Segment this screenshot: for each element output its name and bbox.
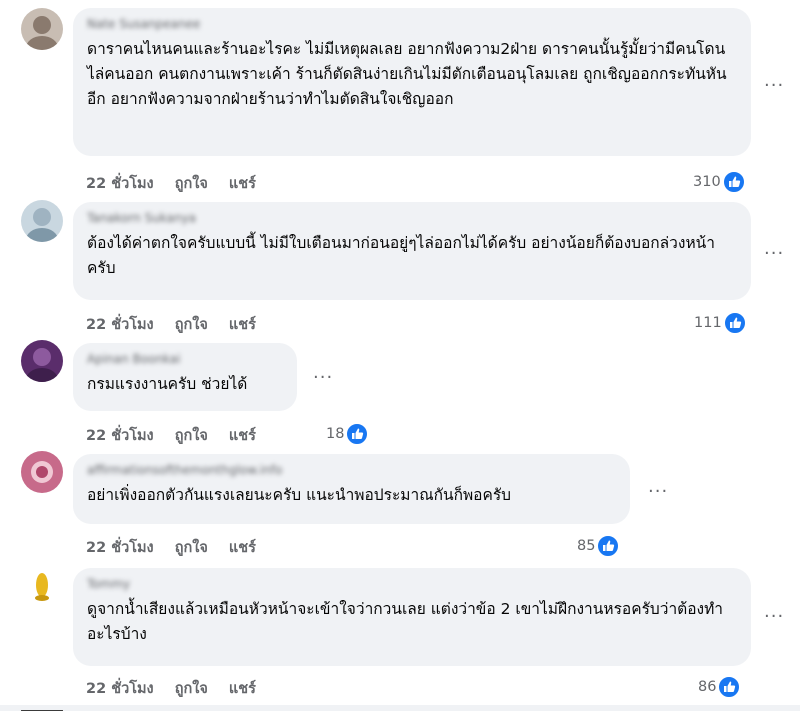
- avatar[interactable]: [21, 340, 63, 382]
- reaction-count[interactable]: 86: [698, 676, 741, 698]
- comment-bubble: affirmationsofthemonthglow.info อย่าเพิ่…: [73, 454, 630, 524]
- comment-text: ดูจากน้ำเสียงแล้วเหมือนหัวหน้าจะเข้าใจว่…: [87, 600, 724, 643]
- next-comment-bubble-edge: [0, 705, 800, 711]
- comment-author[interactable]: Tanakorn Sukanya: [87, 211, 737, 225]
- share-button[interactable]: แชร์: [229, 540, 256, 556]
- comment-time: 22 ชั่วโมง: [86, 317, 154, 333]
- comment-time: 22 ชั่วโมง: [86, 540, 154, 556]
- like-icon: [722, 171, 745, 193]
- share-button[interactable]: แชร์: [229, 681, 256, 697]
- comment-text: กรมแรงงานครับ ช่วยได้: [87, 375, 248, 393]
- comment-time: 22 ชั่วโมง: [86, 681, 154, 697]
- comment-bubble: Tommy ดูจากน้ำเสียงแล้วเหมือนหัวหน้าจะเข…: [73, 568, 751, 666]
- avatar[interactable]: [21, 451, 63, 493]
- reaction-count-value: 18: [326, 426, 345, 442]
- comment-bubble: Tanakorn Sukanya ต้องได้ค่าตกใจครับแบบนี…: [73, 202, 751, 300]
- comment-text: ต้องได้ค่าตกใจครับแบบนี้ ไม่มีใบเตือนมาก…: [87, 234, 715, 277]
- like-icon: [346, 423, 369, 445]
- reaction-count[interactable]: 18: [326, 423, 369, 445]
- avatar[interactable]: [21, 200, 63, 242]
- avatar[interactable]: [21, 564, 63, 606]
- comment-author[interactable]: Apinan Boonkai: [87, 352, 283, 366]
- reaction-count-value: 310: [693, 174, 721, 190]
- like-button[interactable]: ถูกใจ: [175, 540, 208, 556]
- comment-actions: 22 ชั่วโมง ถูกใจ แชร์: [86, 172, 272, 195]
- more-options-button[interactable]: ···: [764, 606, 784, 627]
- reaction-count[interactable]: 111: [694, 312, 746, 334]
- like-button[interactable]: ถูกใจ: [175, 681, 208, 697]
- avatar[interactable]: [21, 703, 63, 711]
- more-options-button[interactable]: ···: [648, 481, 668, 502]
- comment-text: อย่าเพิ่งออกตัวกันแรงเลยนะครับ แนะนำพอปร…: [87, 486, 512, 504]
- comment-actions: 22 ชั่วโมง ถูกใจ แชร์: [86, 424, 272, 447]
- comment-author[interactable]: affirmationsofthemonthglow.info: [87, 463, 616, 477]
- comment-actions: 22 ชั่วโมง ถูกใจ แชร์: [86, 677, 272, 700]
- like-button[interactable]: ถูกใจ: [175, 428, 208, 444]
- comment-text: ดาราคนไหนคนและร้านอะไรคะ ไม่มีเหตุผลเลย …: [87, 40, 727, 108]
- like-icon: [723, 312, 746, 334]
- reaction-count-value: 85: [577, 538, 596, 554]
- comment-time: 22 ชั่วโมง: [86, 428, 154, 444]
- share-button[interactable]: แชร์: [229, 428, 256, 444]
- reaction-count[interactable]: 310: [693, 171, 745, 193]
- like-button[interactable]: ถูกใจ: [175, 317, 208, 333]
- comment-actions: 22 ชั่วโมง ถูกใจ แชร์: [86, 313, 272, 336]
- more-options-button[interactable]: ···: [764, 243, 784, 264]
- comment-author[interactable]: Tommy: [87, 577, 737, 591]
- comment-bubble: Apinan Boonkai กรมแรงงานครับ ช่วยได้: [73, 343, 297, 411]
- reaction-count-value: 86: [698, 679, 717, 695]
- reaction-count[interactable]: 85: [577, 535, 620, 557]
- like-icon: [718, 676, 741, 698]
- like-icon: [597, 535, 620, 557]
- comment-actions: 22 ชั่วโมง ถูกใจ แชร์: [86, 536, 272, 559]
- avatar[interactable]: [21, 8, 63, 50]
- more-options-button[interactable]: ···: [764, 75, 784, 96]
- comment-bubble: Nate Susanpeanee ดาราคนไหนคนและร้านอะไรค…: [73, 8, 751, 156]
- reaction-count-value: 111: [694, 315, 722, 331]
- share-button[interactable]: แชร์: [229, 317, 256, 333]
- share-button[interactable]: แชร์: [229, 176, 256, 192]
- comment-author[interactable]: Nate Susanpeanee: [87, 17, 737, 31]
- comment-time: 22 ชั่วโมง: [86, 176, 154, 192]
- more-options-button[interactable]: ···: [313, 367, 333, 388]
- like-button[interactable]: ถูกใจ: [175, 176, 208, 192]
